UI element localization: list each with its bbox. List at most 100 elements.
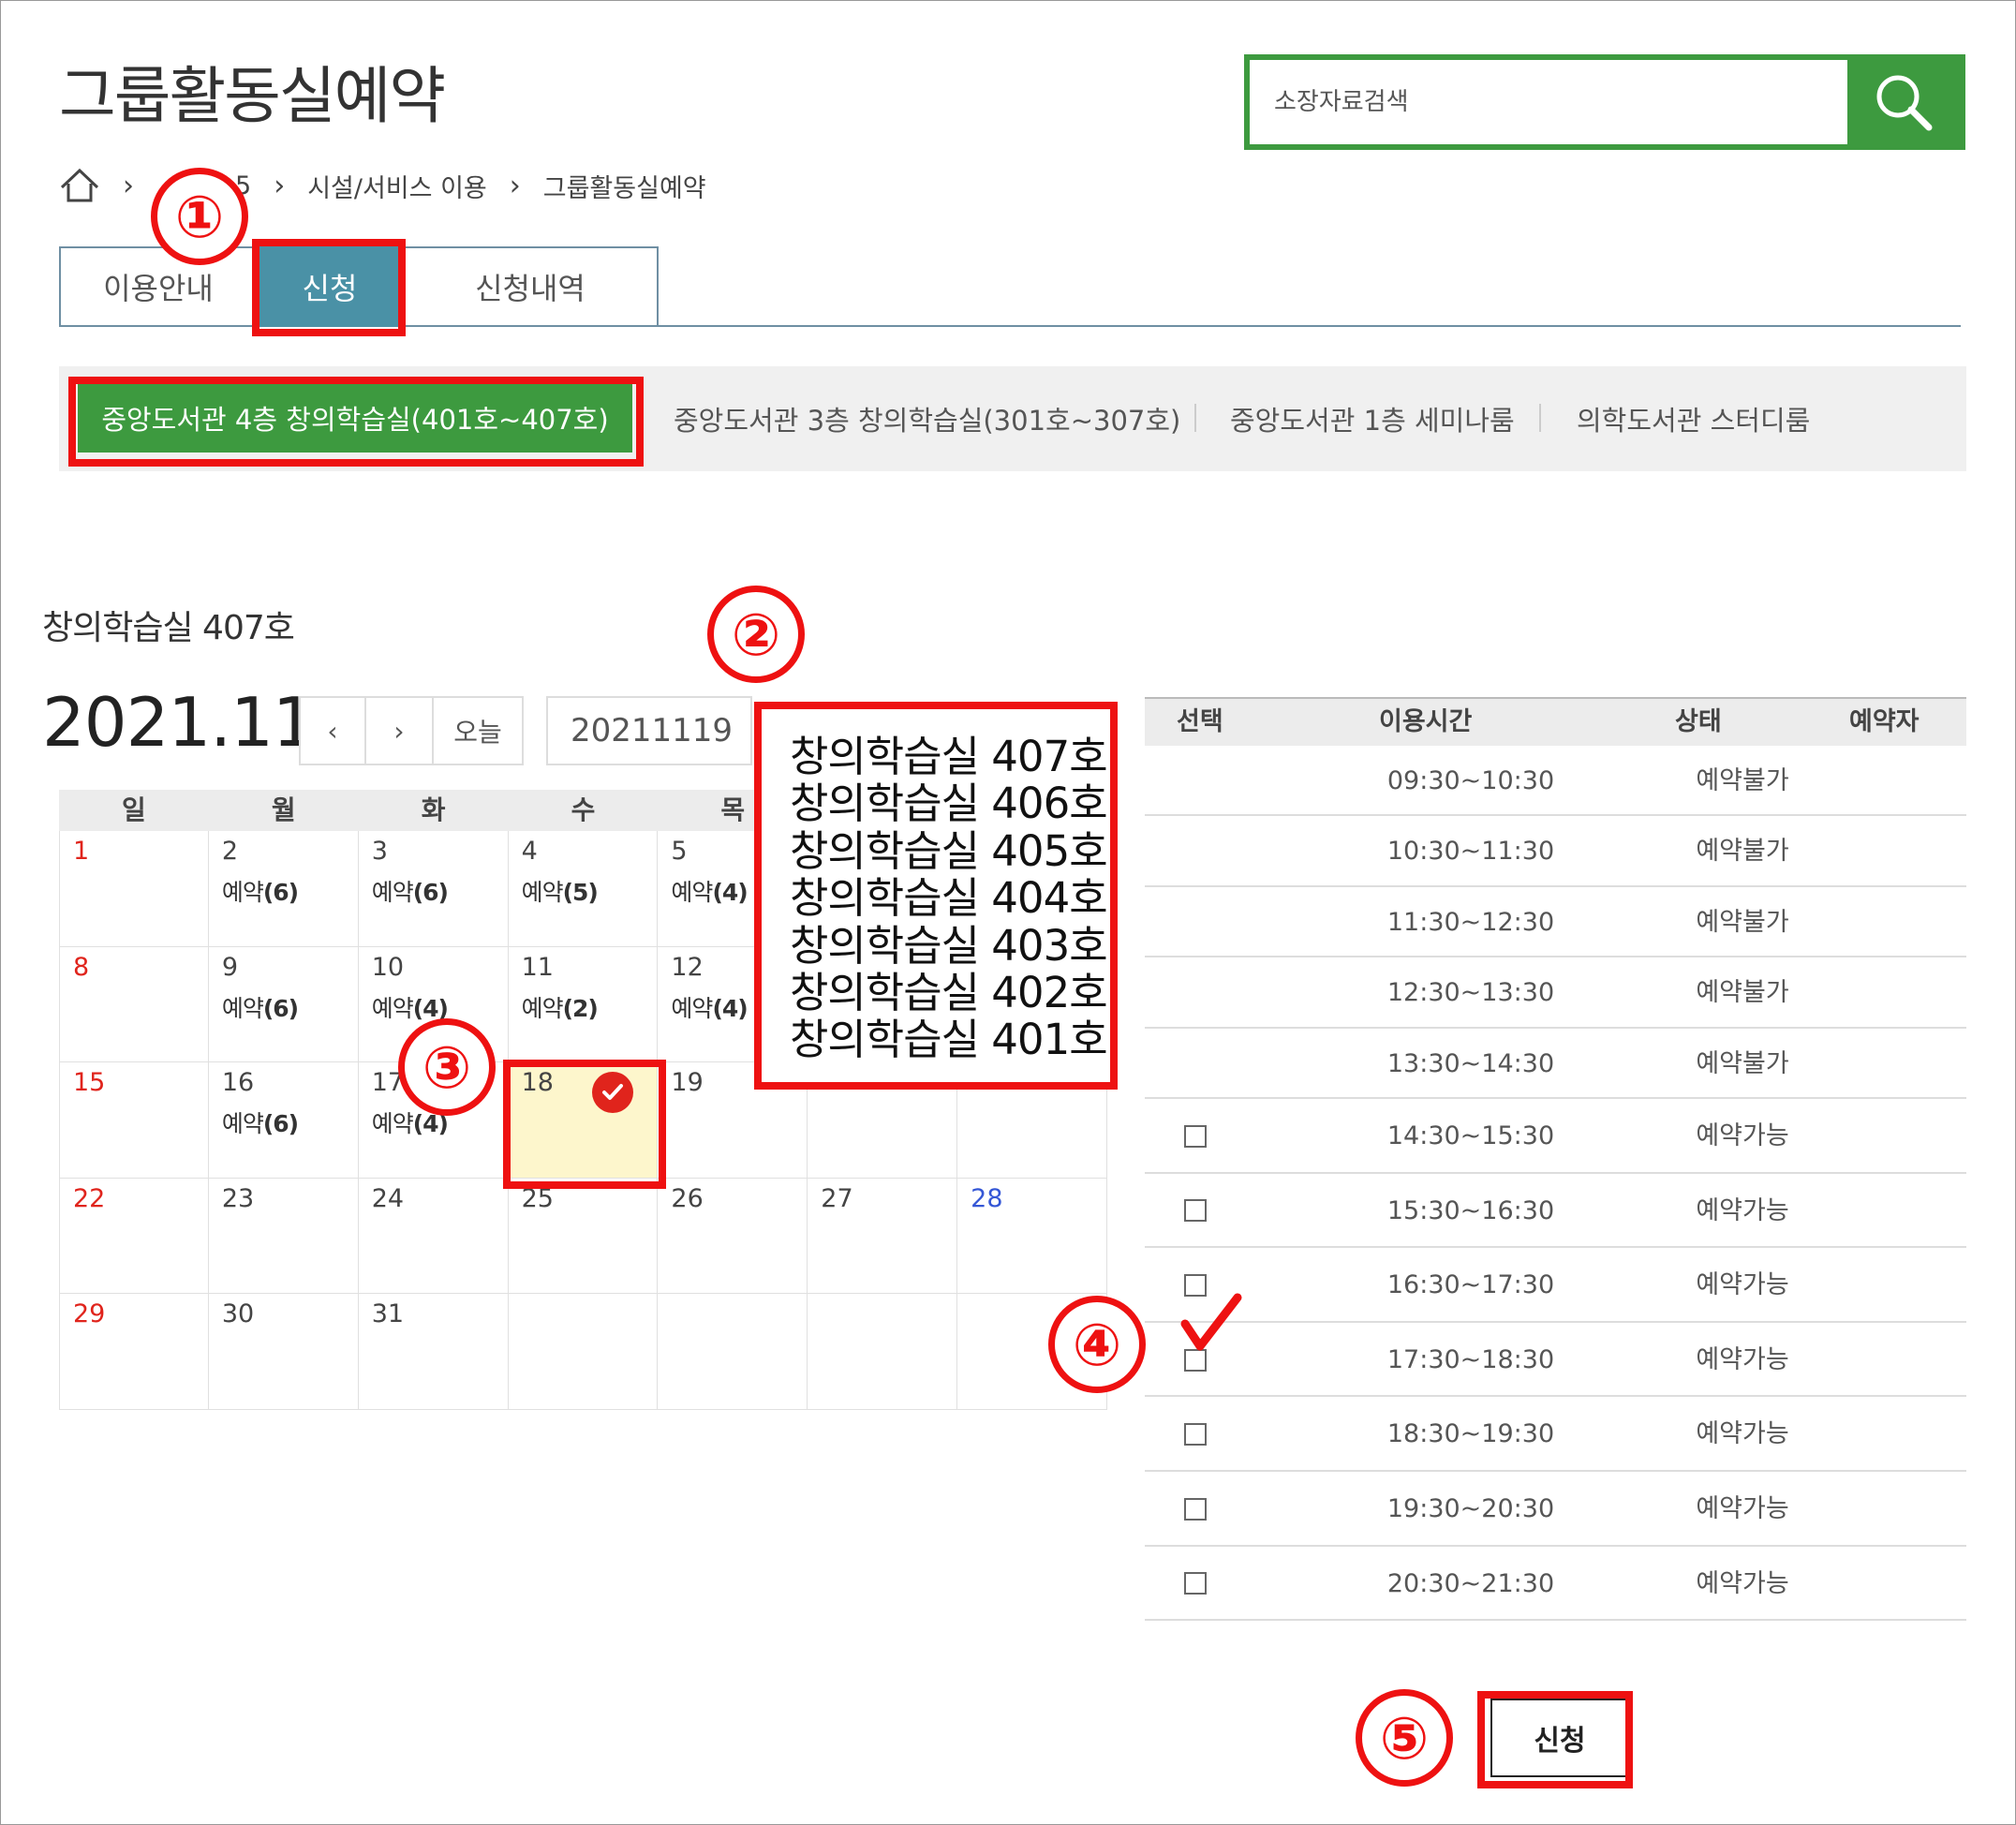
room-title: 창의학습실 407호 <box>42 609 295 647</box>
slot-status: 예약가능 <box>1696 1568 1789 1598</box>
calendar-day-29[interactable]: 29 <box>59 1294 209 1410</box>
slot-status: 예약불가 <box>1696 837 1789 867</box>
slot-time: 09:30~10:30 <box>1386 766 1555 795</box>
column-status: 상태 <box>1675 707 1722 736</box>
calendar-day-4[interactable]: 4 예약(5) <box>508 831 659 947</box>
room-option[interactable]: 창의학습실 402호 <box>790 969 1110 1016</box>
search-input[interactable] <box>1250 60 1849 144</box>
divider <box>1194 404 1196 432</box>
reservation-count: 예약(6) <box>221 1110 299 1138</box>
tab-underline <box>657 325 1961 327</box>
column-select: 선택 <box>1177 707 1223 736</box>
calendar-day-1[interactable]: 1 <box>59 831 209 947</box>
home-icon[interactable] <box>59 167 100 204</box>
calendar-day-31[interactable]: 31 <box>358 1294 509 1410</box>
room-option[interactable]: 창의학습실 407호 <box>790 733 1110 780</box>
slot-checkbox[interactable] <box>1184 1572 1207 1595</box>
slot-checkbox[interactable] <box>1184 1199 1207 1223</box>
calendar-day-11[interactable]: 11 예약(2) <box>508 946 659 1063</box>
breadcrumb-item[interactable]: 시설/서비스 이용 <box>307 168 487 204</box>
day-number: 23 <box>221 1183 255 1213</box>
room-option[interactable]: 창의학습실 406호 <box>790 780 1110 828</box>
calendar-day-22[interactable]: 22 <box>59 1178 209 1295</box>
calendar-day-2[interactable]: 2 예약(6) <box>208 831 359 947</box>
table-row: 13:30~14:30 예약불가 <box>1145 1029 1966 1099</box>
day-number: 26 <box>671 1183 704 1213</box>
calendar-day-25[interactable]: 25 <box>508 1178 659 1295</box>
date-input[interactable]: 20211119 <box>546 696 752 765</box>
page: 그룹활동실예약 › 5 › 시설/서비스 이용 › 그룹활동실예약 이용안내 신… <box>0 0 2016 1825</box>
day-number: 29 <box>73 1299 106 1329</box>
calendar-day-16[interactable]: 16 예약(6) <box>208 1062 359 1179</box>
slot-checkbox[interactable] <box>1184 1497 1207 1521</box>
slot-time: 16:30~17:30 <box>1386 1270 1555 1300</box>
slot-checkbox[interactable] <box>1184 1124 1207 1148</box>
table-row: 10:30~11:30 예약불가 <box>1145 816 1966 887</box>
room-list: 창의학습실 407호 창의학습실 406호 창의학습실 405호 창의학습실 404호… <box>790 733 1110 1064</box>
calendar-cell-empty <box>658 1294 808 1410</box>
building-tab-central-1f[interactable]: 중앙도서관 1층 세미나룸 <box>1230 366 1515 471</box>
slot-status: 예약가능 <box>1696 1121 1789 1150</box>
slot-status: 예약가능 <box>1696 1419 1789 1449</box>
calendar-day-26[interactable]: 26 <box>658 1178 808 1295</box>
search-box <box>1244 54 1965 150</box>
highlight-building-tab <box>68 377 644 467</box>
slot-status: 예약가능 <box>1696 1270 1789 1300</box>
page-title: 그룹활동실예약 <box>59 60 446 132</box>
room-option[interactable]: 창의학습실 403호 <box>790 922 1110 970</box>
step-marker-4: ④ <box>1048 1296 1146 1393</box>
table-row: 15:30~16:30 예약가능 <box>1145 1174 1966 1249</box>
building-tab-medical[interactable]: 의학도서관 스터디룸 <box>1577 366 1810 471</box>
calendar-day-27[interactable]: 27 <box>808 1178 958 1295</box>
prev-month-button[interactable]: ‹ <box>299 696 366 765</box>
calendar-day-9[interactable]: 9 예약(6) <box>208 946 359 1063</box>
breadcrumb-item-current: 그룹활동실예약 <box>542 173 706 203</box>
slot-status: 예약가능 <box>1696 1494 1789 1523</box>
table-row: 19:30~20:30 예약가능 <box>1145 1472 1966 1547</box>
room-option[interactable]: 창의학습실 401호 <box>790 1016 1110 1064</box>
slot-status: 예약불가 <box>1696 1048 1789 1078</box>
room-option[interactable]: 창의학습실 404호 <box>790 874 1110 922</box>
calendar-day-15[interactable]: 15 <box>59 1062 209 1179</box>
tab-usage-info[interactable]: 이용안내 <box>59 246 256 327</box>
table-row: 11:30~12:30 예약불가 <box>1145 887 1966 958</box>
day-number: 2 <box>221 837 239 866</box>
day-number: 31 <box>371 1299 405 1329</box>
calendar-day-30[interactable]: 30 <box>208 1294 359 1410</box>
calendar-day-23[interactable]: 23 <box>208 1178 359 1295</box>
next-month-button[interactable]: › <box>366 696 434 765</box>
search-button[interactable] <box>1847 60 1960 144</box>
weekday-mon: 월 <box>271 794 296 825</box>
checkmark-icon <box>1180 1293 1242 1351</box>
chevron-right-icon: › <box>393 715 405 747</box>
slot-status: 예약가능 <box>1696 1195 1789 1225</box>
calendar-cell-empty <box>508 1294 659 1410</box>
slot-time: 15:30~16:30 <box>1386 1195 1555 1225</box>
slot-status: 예약가능 <box>1696 1344 1789 1374</box>
room-option[interactable]: 창의학습실 405호 <box>790 827 1110 875</box>
day-number: 30 <box>221 1299 255 1329</box>
slot-time: 20:30~21:30 <box>1386 1568 1555 1598</box>
table-row: 18:30~19:30 예약가능 <box>1145 1397 1966 1472</box>
chevron-right-icon: › <box>274 169 286 202</box>
highlight-selected-day <box>503 1060 666 1189</box>
building-tab-central-3f[interactable]: 중앙도서관 3층 창의학습실(301호~307호) <box>674 366 1180 471</box>
step-marker-3: ③ <box>398 1018 496 1116</box>
day-number: 11 <box>521 952 554 982</box>
day-number: 22 <box>73 1183 106 1213</box>
weekday-sun: 일 <box>122 794 146 825</box>
tab-history[interactable]: 신청내역 <box>404 246 659 327</box>
calendar-day-3[interactable]: 3 예약(6) <box>358 831 509 947</box>
slot-time: 17:30~18:30 <box>1386 1344 1555 1374</box>
chevron-right-icon: › <box>509 169 521 202</box>
calendar-day-28[interactable]: 28 <box>957 1178 1107 1295</box>
calendar-day-8[interactable]: 8 <box>59 946 209 1063</box>
slot-checkbox[interactable] <box>1184 1423 1207 1447</box>
day-number: 1 <box>73 837 90 866</box>
table-row: 09:30~10:30 예약불가 <box>1145 746 1966 817</box>
calendar-day-24[interactable]: 24 <box>358 1178 509 1295</box>
today-button[interactable]: 오늘 <box>434 696 524 765</box>
column-time: 이용시간 <box>1379 707 1473 736</box>
day-number: 3 <box>371 837 388 866</box>
chevron-right-icon: › <box>123 169 134 202</box>
